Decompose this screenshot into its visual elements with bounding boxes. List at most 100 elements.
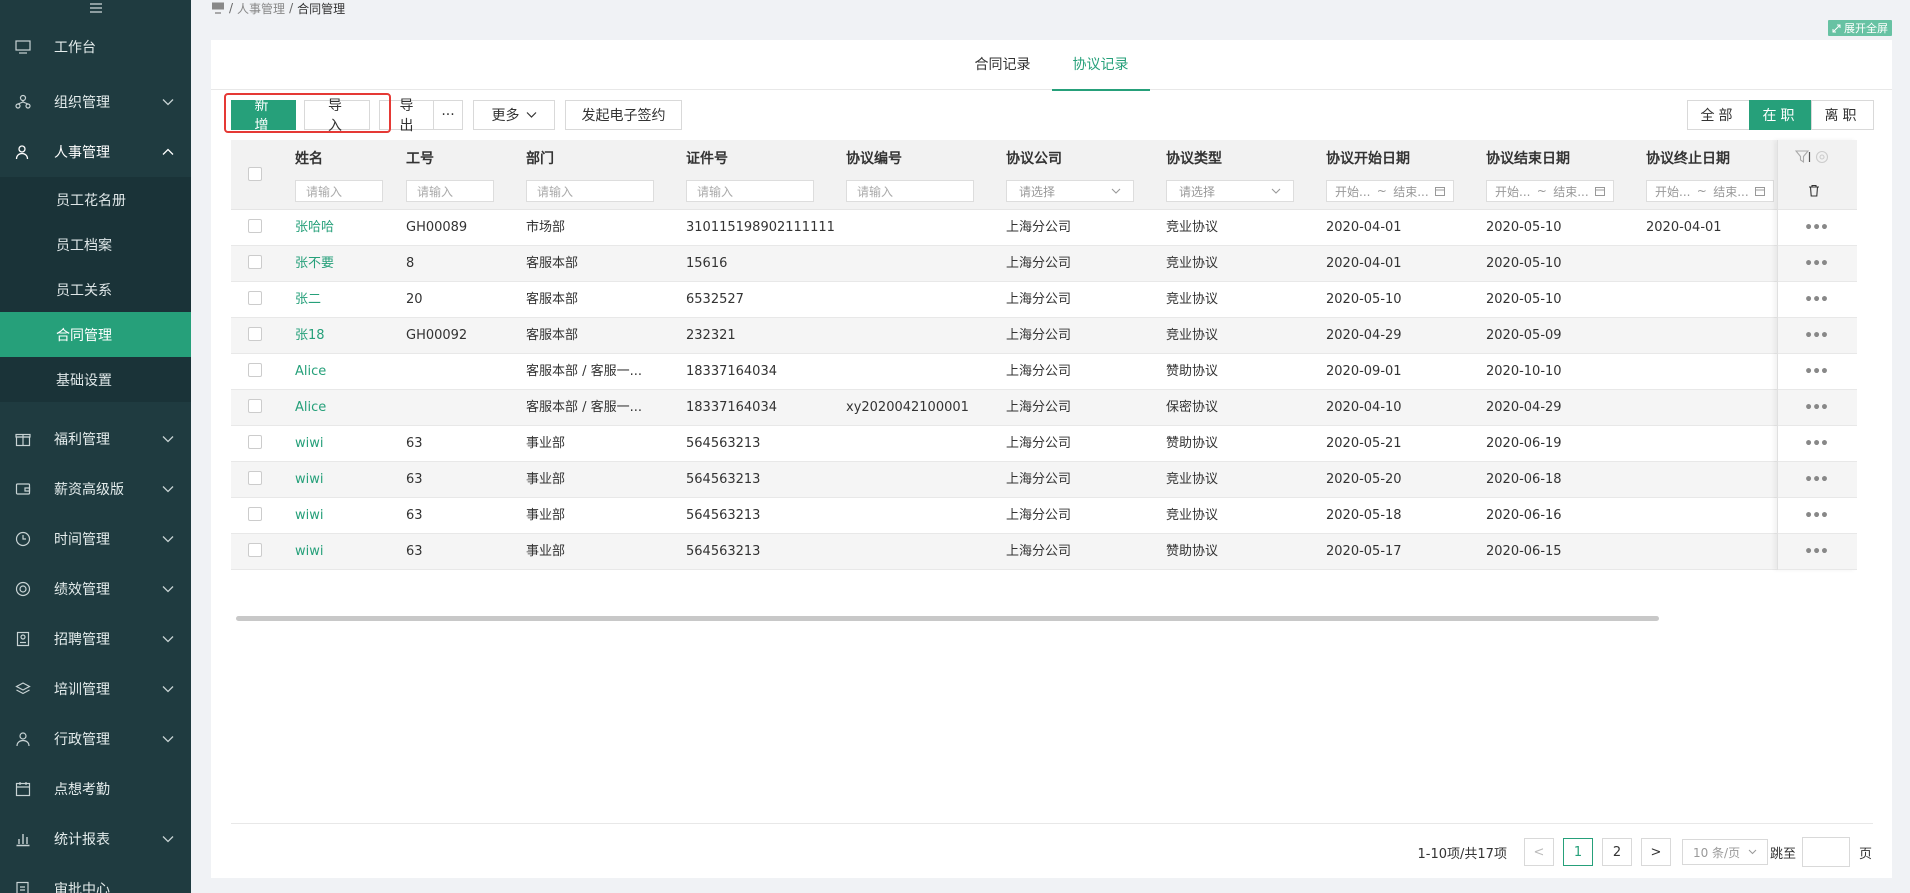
fullscreen-button[interactable]: 展开全屏 xyxy=(1828,20,1892,36)
end-date-range-filter[interactable]: 开始... ~ 结束... xyxy=(1486,180,1614,202)
row-checkbox[interactable] xyxy=(248,471,262,485)
sidebar-item-label: 组织管理 xyxy=(54,95,110,111)
row-checkbox[interactable] xyxy=(248,435,262,449)
column-header[interactable]: 协议结束日期 xyxy=(1486,148,1570,168)
column-header[interactable]: 工号 xyxy=(406,148,434,168)
sidebar-item-performance[interactable]: 绩效管理 xyxy=(0,564,191,614)
cell-name[interactable]: wiwi xyxy=(295,426,324,462)
jump-page-input[interactable] xyxy=(1801,837,1850,867)
row-checkbox[interactable] xyxy=(248,255,262,269)
cell-name[interactable]: wiwi xyxy=(295,462,324,498)
cell-employee-id: GH00092 xyxy=(406,328,468,343)
row-checkbox[interactable] xyxy=(248,363,262,377)
cell-name[interactable]: 张18 xyxy=(295,318,325,354)
sidebar-item-welfare[interactable]: 福利管理 xyxy=(0,414,191,464)
cell-agreement-type: 赞助协议 xyxy=(1166,364,1219,379)
agreement-no-filter-input[interactable]: 请输入 xyxy=(846,180,974,202)
cell-name[interactable]: Alice xyxy=(295,354,326,390)
next-page-button[interactable]: > xyxy=(1640,838,1671,866)
more-actions-button[interactable]: ··· xyxy=(433,100,463,130)
table-row[interactable]: wiwi 63 事业部 564563213 上海分公司 竞业协议 2020-05-18 202… xyxy=(231,498,1857,534)
table-row[interactable]: 张哈哈 GH00089 市场部 310115198902111111 上海分公司 竞业协议… xyxy=(231,210,1857,246)
name-filter-input[interactable]: 请输入 xyxy=(295,180,383,202)
start-date-range-filter[interactable]: 开始... ~ 结束... xyxy=(1326,180,1454,202)
cell-employee-id: 63 xyxy=(406,472,423,487)
cell-company: 上海分公司 xyxy=(1006,292,1072,307)
row-checkbox[interactable] xyxy=(248,399,262,413)
cell-name[interactable]: 张二 xyxy=(295,282,321,318)
row-checkbox[interactable] xyxy=(248,543,262,557)
page-size-select[interactable]: 10 条/页 xyxy=(1681,839,1768,865)
table-row[interactable]: 张不要 8 客服本部 15616 上海分公司 竞业协议 2020-04-01 2020-05-… xyxy=(231,246,1857,282)
select-all-checkbox[interactable] xyxy=(248,167,262,181)
cell-name[interactable]: Alice xyxy=(295,390,326,426)
row-checkbox[interactable] xyxy=(248,507,262,521)
sidebar-item-salary[interactable]: 薪资高级版 xyxy=(0,464,191,514)
sidebar-item-workbench[interactable]: 工作台 xyxy=(0,16,191,77)
column-header[interactable]: 协议类型 xyxy=(1166,148,1222,168)
horizontal-scrollbar[interactable] xyxy=(236,616,1659,621)
esign-button[interactable]: 发起电子签约 xyxy=(565,100,682,130)
sidebar-item-admin[interactable]: 行政管理 xyxy=(0,714,191,764)
column-header[interactable]: 协议公司 xyxy=(1006,148,1062,168)
column-header[interactable]: 协议终止日期 xyxy=(1646,148,1730,168)
range-start: 开始... xyxy=(1655,184,1691,199)
table-row[interactable]: Alice 客服本部 / 客服一... 18337164034 上海分公司 赞助协议 20… xyxy=(231,354,1857,390)
row-checkbox[interactable] xyxy=(248,291,262,305)
column-header[interactable]: 部门 xyxy=(526,148,554,168)
table-row[interactable]: Alice 客服本部 / 客服一... 18337164034 xy202004210… xyxy=(231,390,1857,426)
tab-contract-records[interactable]: 合同记录 xyxy=(954,40,1052,90)
terminate-date-range-filter[interactable]: 开始... ~ 结束... xyxy=(1646,180,1774,202)
tab-agreement-records[interactable]: 协议记录 xyxy=(1051,40,1150,91)
cell-name[interactable]: wiwi xyxy=(295,498,324,534)
column-header[interactable]: 证件号 xyxy=(686,148,728,168)
row-checkbox[interactable] xyxy=(248,219,262,233)
calendar-icon xyxy=(14,780,32,798)
cell-name[interactable]: wiwi xyxy=(295,534,324,570)
idcard-filter-input[interactable]: 请输入 xyxy=(686,180,814,202)
sidebar-item-label: 招聘管理 xyxy=(54,632,110,648)
breadcrumb-parent[interactable]: 人事管理 xyxy=(237,0,285,17)
row-checkbox[interactable] xyxy=(248,327,262,341)
cell-department: 市场部 xyxy=(526,220,566,235)
sidebar-item-time[interactable]: 时间管理 xyxy=(0,514,191,564)
sidebar-item-approval[interactable]: 审批中心 xyxy=(0,864,191,893)
table-row[interactable]: wiwi 63 事业部 564563213 上海分公司 赞助协议 2020-05-17 202… xyxy=(231,534,1857,570)
cell-company: 上海分公司 xyxy=(1006,220,1072,235)
id-filter-input[interactable]: 请输入 xyxy=(406,180,494,202)
filter-left[interactable]: 离职 xyxy=(1811,100,1874,130)
sidebar-subitem-archive[interactable]: 员工档案 xyxy=(0,222,191,267)
more-dropdown[interactable]: 更多 xyxy=(473,100,555,130)
company-filter-select[interactable]: 请选择 xyxy=(1006,180,1134,202)
table-row[interactable]: 张18 GH00092 客服本部 232321 上海分公司 竞业协议 2020-04-29 2… xyxy=(231,318,1857,354)
filter-active[interactable]: 在职 xyxy=(1749,100,1812,130)
sidebar-item-reports[interactable]: 统计报表 xyxy=(0,814,191,864)
table-row[interactable]: 张二 20 客服本部 6532527 上海分公司 竞业协议 2020-05-10 2020-0… xyxy=(231,282,1857,318)
table-row[interactable]: wiwi 63 事业部 564563213 上海分公司 竞业协议 2020-05-20 202… xyxy=(231,462,1857,498)
home-icon[interactable] xyxy=(211,2,225,14)
cell-name[interactable]: 张哈哈 xyxy=(295,210,334,246)
sidebar-subitem-contracts[interactable]: 合同管理 xyxy=(0,312,191,357)
cell-department: 事业部 xyxy=(526,508,566,523)
sidebar-item-attendance[interactable]: 点想考勤 xyxy=(0,764,191,814)
dept-filter-input[interactable]: 请输入 xyxy=(526,180,654,202)
sidebar-item-hr[interactable]: 人事管理 xyxy=(0,127,191,177)
table-row[interactable]: wiwi 63 事业部 564563213 上海分公司 赞助协议 2020-05-21 202… xyxy=(231,426,1857,462)
sidebar-item-org[interactable]: 组织管理 xyxy=(0,77,191,127)
menu-toggle-icon[interactable] xyxy=(0,0,191,16)
column-header[interactable]: 协议编号 xyxy=(846,148,902,168)
cell-department: 客服本部 xyxy=(526,328,579,343)
cell-name[interactable]: 张不要 xyxy=(295,246,334,282)
column-header[interactable]: 姓名 xyxy=(295,148,323,168)
page-2-button[interactable]: 2 xyxy=(1601,838,1632,866)
sidebar-subitem-relations[interactable]: 员工关系 xyxy=(0,267,191,312)
page-1-button[interactable]: 1 xyxy=(1562,838,1593,866)
sidebar-item-training[interactable]: 培训管理 xyxy=(0,664,191,714)
prev-page-button[interactable]: < xyxy=(1523,838,1554,866)
filter-all[interactable]: 全部 xyxy=(1687,100,1750,130)
sidebar-subitem-roster[interactable]: 员工花名册 xyxy=(0,177,191,222)
column-header[interactable]: 协议开始日期 xyxy=(1326,148,1410,168)
sidebar-subitem-settings[interactable]: 基础设置 xyxy=(0,357,191,402)
type-filter-select[interactable]: 请选择 xyxy=(1166,180,1294,202)
sidebar-item-recruit[interactable]: 招聘管理 xyxy=(0,614,191,664)
